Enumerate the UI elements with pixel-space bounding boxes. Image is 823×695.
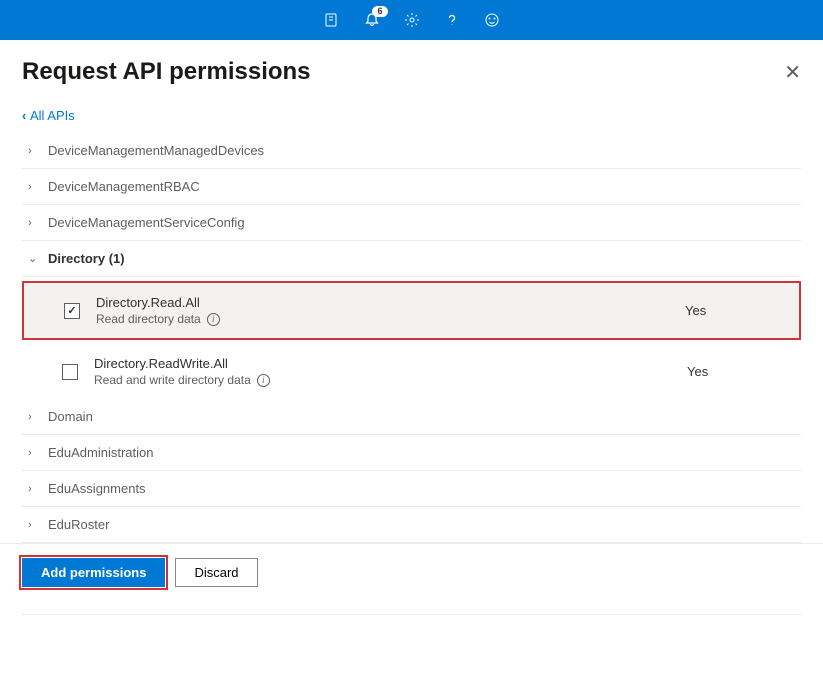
permission-name: Directory.Read.All [96,295,685,310]
permission-name: Directory.ReadWrite.All [94,356,687,371]
settings-icon[interactable] [404,12,420,28]
directory-icon[interactable] [324,12,340,28]
feedback-icon[interactable] [484,12,500,28]
permission-row-directory-readwrite-all: Directory.ReadWrite.All Read and write d… [22,344,801,399]
chevron-right-icon: › [28,519,40,531]
chevron-down-icon: ⌄ [28,252,40,265]
top-bar: 6 [0,0,823,40]
admin-consent: Yes [685,303,785,318]
permission-desc: Read and write directory data i [94,373,687,387]
checkbox-directory-read-all[interactable] [64,303,80,319]
chevron-right-icon: › [28,145,40,157]
group-devicemanagementrbac[interactable]: › DeviceManagementRBAC [22,169,801,205]
group-directory[interactable]: ⌄ Directory (1) [22,241,801,277]
back-link-all-apis[interactable]: All APIs [22,108,75,123]
info-icon[interactable]: i [207,313,220,326]
permission-text: Directory.ReadWrite.All Read and write d… [94,356,687,387]
admin-consent: Yes [687,364,787,379]
group-devicemanagementmanageddevices[interactable]: › DeviceManagementManagedDevices [22,133,801,169]
group-devicemanagementserviceconfig[interactable]: › DeviceManagementServiceConfig [22,205,801,241]
notification-badge: 6 [372,6,387,17]
permission-desc: Read directory data i [96,312,685,326]
help-icon[interactable] [444,12,460,28]
group-eduassignments[interactable]: › EduAssignments [22,471,801,507]
checkbox-directory-readwrite-all[interactable] [62,364,78,380]
footer-actions: Add permissions Discard [0,543,823,601]
add-permissions-button[interactable]: Add permissions [22,558,165,587]
chevron-right-icon: › [28,181,40,193]
group-eduroster[interactable]: › EduRoster [22,507,801,543]
chevron-right-icon: › [28,411,40,423]
discard-button[interactable]: Discard [175,558,257,587]
notification-icon[interactable]: 6 [364,12,380,28]
chevron-right-icon: › [28,217,40,229]
close-icon[interactable]: ✕ [784,60,801,85]
chevron-right-icon: › [28,447,40,459]
permission-text: Directory.Read.All Read directory data i [96,295,685,326]
group-eduadministration[interactable]: › EduAdministration [22,435,801,471]
panel-header: Request API permissions ✕ [22,58,801,86]
group-domain[interactable]: › Domain [22,399,801,435]
panel-title: Request API permissions [22,58,311,86]
chevron-right-icon: › [28,483,40,495]
info-icon[interactable]: i [257,374,270,387]
permission-row-directory-read-all: Directory.Read.All Read directory data i… [22,281,801,340]
